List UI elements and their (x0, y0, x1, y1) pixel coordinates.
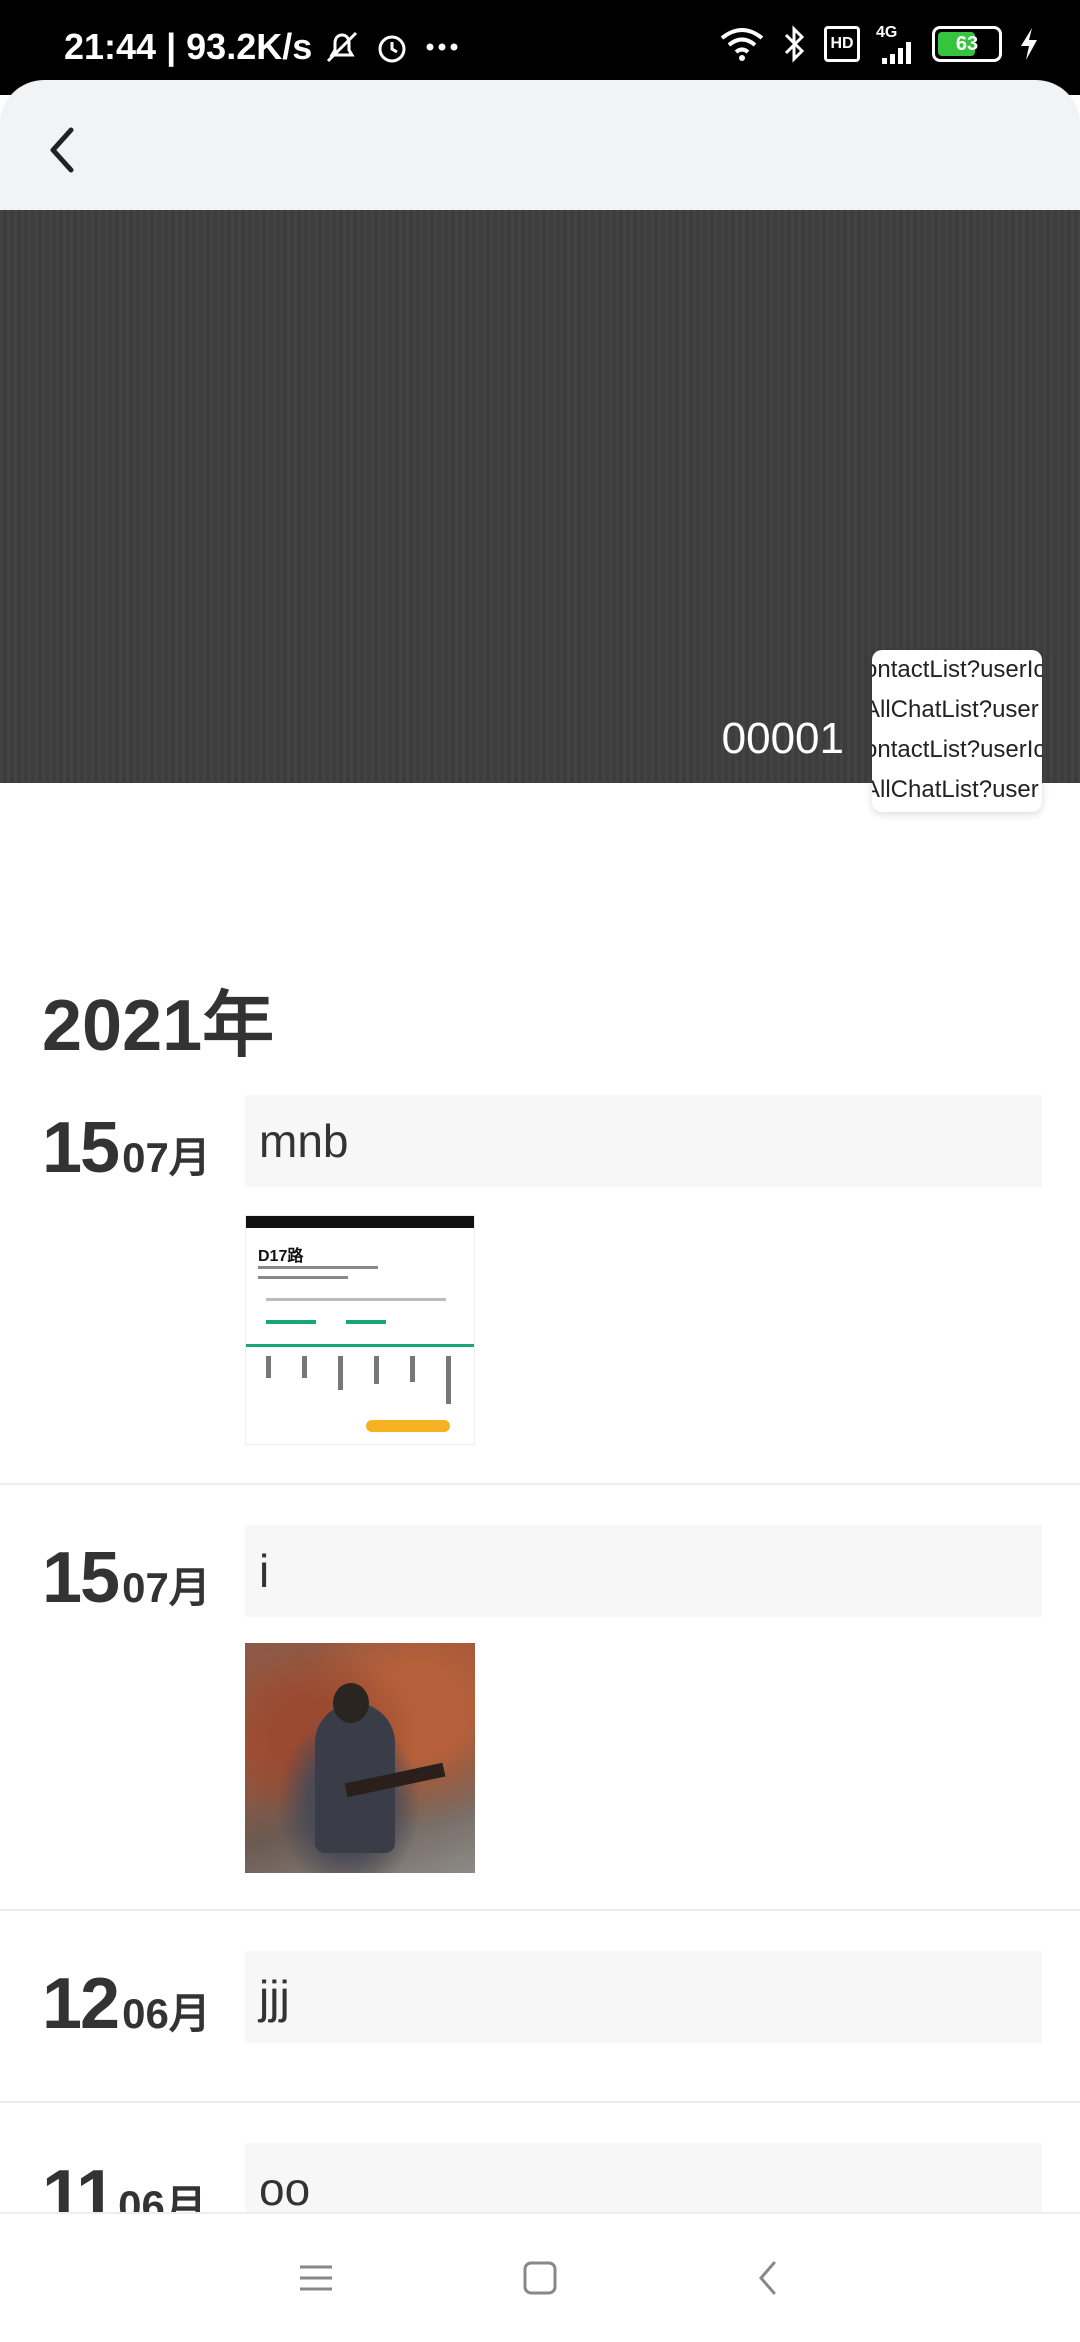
nav-menu-button[interactable] (288, 2250, 344, 2306)
thumb-stop (266, 1356, 271, 1378)
battery-indicator: 63 (932, 26, 1002, 62)
entry-month: 06月 (122, 1990, 211, 2037)
entry-day: 15 (42, 1538, 120, 1618)
thumb-stop (302, 1356, 307, 1378)
url-popup: ontactList?userIc AllChatList?user ontac… (872, 650, 1042, 812)
nav-back-button[interactable] (740, 2250, 796, 2306)
back-icon (759, 2261, 776, 2295)
entry-month: 07月 (122, 1564, 211, 1611)
thumb-stop (338, 1356, 343, 1390)
chevron-left-icon (50, 127, 74, 173)
bluetooth-icon (784, 25, 805, 63)
menu-icon (300, 2265, 332, 2291)
nav-home-button[interactable] (512, 2250, 568, 2306)
thumb-stop (446, 1356, 451, 1404)
timeline-entry[interactable]: 1507月 i (0, 1525, 1080, 1915)
thumb-title: D17路 (258, 1248, 304, 1265)
entry-divider (0, 2101, 1080, 2103)
status-left: 21:44 | 93.2K/s (64, 26, 462, 68)
app-header (0, 80, 1080, 210)
thumb-tag (346, 1320, 386, 1324)
entry-date: 1206月 (42, 1963, 211, 2045)
thumb-route-line (246, 1344, 474, 1347)
entry-text: mnb (245, 1095, 1042, 1187)
battery-level: 63 (955, 32, 979, 55)
thumb-button (366, 1420, 450, 1432)
entry-divider (0, 1483, 1080, 1485)
network-speed: 93.2K/s (186, 26, 313, 67)
more-dots-icon (426, 43, 458, 51)
status-separator: | (166, 26, 177, 67)
entry-date: 1507月 (42, 1107, 211, 1189)
entry-text: oo (245, 2143, 1042, 2212)
entry-date: 1106月 (42, 2155, 207, 2212)
entry-divider (0, 1909, 1080, 1911)
thumb-stop (374, 1356, 379, 1384)
back-button[interactable] (40, 118, 84, 182)
thumb-line (258, 1276, 348, 1279)
entry-text: jjj (245, 1951, 1042, 2043)
timeline-entry[interactable]: 1106月 oo (0, 2143, 1080, 2212)
popup-item[interactable]: AllChatList?user (872, 690, 1042, 730)
status-time: 21:44 (64, 26, 157, 67)
timeline-entry[interactable]: 1507月 mnb D17路 (0, 1095, 1080, 1485)
entry-image-thumbnail[interactable]: D17路 (245, 1215, 475, 1445)
entry-day: 15 (42, 1108, 120, 1188)
timeline-entry[interactable]: 1206月 jjj (0, 1951, 1080, 2101)
hd-badge: HD (824, 26, 860, 62)
signal-bars-icon (882, 42, 911, 64)
charging-bolt-icon (1021, 28, 1037, 60)
entry-image-thumbnail[interactable] (245, 1643, 475, 1873)
entry-date: 1507月 (42, 1537, 211, 1619)
thumb-line (258, 1266, 378, 1269)
popup-item[interactable]: AllChatList?user (872, 770, 1042, 810)
popup-item[interactable]: ontactList?userIc (872, 650, 1042, 690)
entry-month: 07月 (122, 1134, 211, 1181)
alarm-clock-icon (378, 35, 406, 63)
thumb-tag (266, 1320, 316, 1324)
profile-username: 00001 (721, 714, 844, 763)
art-head (333, 1683, 369, 1723)
thumb-stop (410, 1356, 415, 1382)
thumb-line (266, 1298, 446, 1301)
network-type: 4G (876, 24, 898, 41)
home-icon (523, 2261, 557, 2295)
entry-day: 11 (42, 2156, 116, 2212)
system-nav-bar (0, 2212, 1080, 2342)
mute-bell-icon (327, 31, 358, 63)
thumb-status-bar (246, 1216, 474, 1228)
entry-text: i (245, 1525, 1042, 1617)
status-right: HD 4G 63 (718, 24, 1040, 64)
popup-item[interactable]: ontactList?userIc (872, 730, 1042, 770)
timeline-year: 2021年 (42, 986, 275, 1066)
entry-month: 06月 (118, 2182, 207, 2212)
cellular-signal: 4G (876, 24, 916, 64)
wifi-icon (720, 28, 764, 61)
entry-day: 12 (42, 1964, 120, 2044)
